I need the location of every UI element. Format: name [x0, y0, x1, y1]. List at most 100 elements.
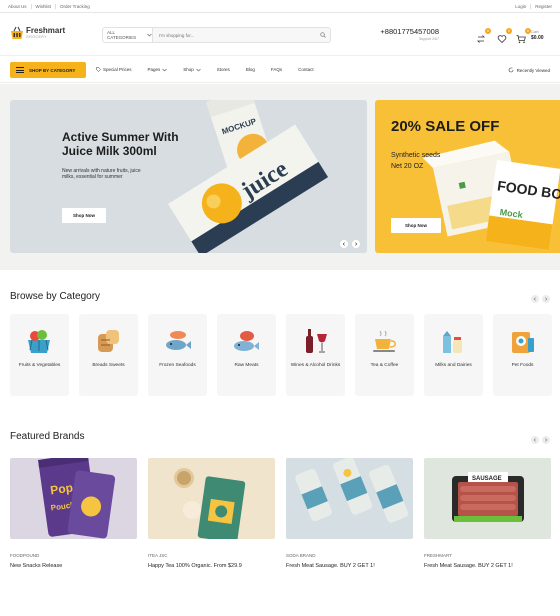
- main-banner[interactable]: MOCKUP juice Active Summer With Juice Mi…: [10, 100, 367, 253]
- sale-banner-description: Synthetic seeds Net 20 OZ: [391, 150, 440, 172]
- brand-description[interactable]: Fresh Meat Sausage. BUY 2 GET 1!: [286, 563, 413, 569]
- wishlist-button[interactable]: 0: [497, 28, 512, 44]
- brand-description[interactable]: Fresh Meat Sausage. BUY 2 GET 1!: [424, 563, 551, 569]
- brand-image: [148, 458, 275, 539]
- logo-basket-icon: [11, 26, 23, 39]
- logo[interactable]: Freshmart GROCERY: [10, 26, 65, 40]
- search-category-label: ALL CATEGORIES: [107, 30, 137, 40]
- search-button[interactable]: [316, 28, 330, 42]
- category-label: Frozen Seafoods: [159, 363, 196, 368]
- sale-banner[interactable]: FOOD BOX Mock 20% SALE OFF Synthetic see…: [375, 100, 560, 253]
- category-card-milks[interactable]: Milks and Dairies: [424, 314, 483, 396]
- phone-number[interactable]: +8801775457008: [375, 27, 439, 36]
- category-card-wines[interactable]: Wines & Alcohol Drinks: [286, 314, 345, 396]
- refresh-icon: [508, 67, 513, 73]
- cart-icon: [516, 35, 526, 44]
- nav-faqs-label: FAQs: [270, 67, 283, 72]
- brands-next-button[interactable]: [542, 436, 550, 444]
- category-prev-button[interactable]: [531, 295, 539, 303]
- category-next-button[interactable]: [542, 295, 550, 303]
- brand-tag: FOODPOUND: [10, 553, 40, 558]
- main-banner-shop-now-button[interactable]: Shop Now: [62, 208, 106, 223]
- cart-summary[interactable]: Cart $0.00: [531, 29, 544, 41]
- category-card-pet-foods[interactable]: Pet Foods: [493, 314, 552, 396]
- category-card-fruits[interactable]: Fruits & Vegetables: [10, 314, 69, 396]
- tag-icon: [96, 67, 101, 72]
- sale-banner-desc-line1: Synthetic seeds: [391, 152, 441, 159]
- category-card-meats[interactable]: Raw Meats: [217, 314, 276, 396]
- compare-button[interactable]: 0: [476, 28, 491, 43]
- cart-button[interactable]: 0: [516, 28, 531, 44]
- chevron-down-icon: [196, 68, 201, 71]
- chevron-right-icon: [545, 297, 548, 301]
- nav-blog-label: Blog: [245, 67, 255, 72]
- brands-pager: [528, 436, 550, 444]
- register-link[interactable]: Register: [531, 4, 552, 9]
- nav-shop[interactable]: Shop: [183, 67, 201, 72]
- meat-icon: [234, 331, 259, 351]
- basket-icon: [28, 330, 50, 353]
- browse-category-title: Browse by Category: [10, 291, 101, 302]
- main-banner-title: Active Summer With Juice Milk 300ml: [62, 130, 179, 158]
- shop-by-category-button[interactable]: SHOP BY CATEGORY: [10, 62, 86, 78]
- featured-brands-title: Featured Brands: [10, 431, 85, 442]
- hero-next-button[interactable]: [352, 240, 360, 248]
- category-pager: [528, 295, 550, 303]
- chevron-left-icon: [533, 438, 536, 442]
- sausage-pack-text: SAUSAGE: [472, 476, 502, 482]
- chevron-left-icon: [533, 297, 536, 301]
- hero-section: MOCKUP juice Active Summer With Juice Mi…: [0, 84, 560, 270]
- brand-description[interactable]: Happy Tea 100% Organic. From $29.9: [148, 563, 275, 569]
- category-card-tea[interactable]: Tea & Coffee: [355, 314, 414, 396]
- coffee-icon: [373, 330, 396, 352]
- snack-pouch-image: Pop Pouch: [38, 458, 116, 539]
- chevron-left-icon: [342, 242, 345, 246]
- top-bar-right-links: Login Register: [511, 4, 552, 9]
- milk-icon: [443, 331, 462, 353]
- category-label: Tea & Coffee: [370, 363, 399, 368]
- recently-viewed-button[interactable]: Recently Viewed: [508, 67, 550, 73]
- sausage-pack-image: SAUSAGE: [452, 472, 524, 522]
- heart-icon: [497, 35, 507, 44]
- support-phone: +8801775457008 Support 24/7: [375, 27, 439, 41]
- fish-icon: [166, 331, 191, 350]
- search-bar: ALL CATEGORIES: [102, 27, 331, 43]
- nav-stores-label: Stores: [216, 67, 230, 72]
- nav-contact[interactable]: Contact: [298, 67, 314, 72]
- menu-icon: [16, 66, 24, 74]
- brands-prev-button[interactable]: [531, 436, 539, 444]
- logo-subtitle: GROCERY: [26, 35, 48, 39]
- brand-tag: SODA BRAND: [286, 553, 316, 558]
- brand-card-soda[interactable]: SODA BRAND Fresh Meat Sausage. BUY 2 GET…: [286, 458, 413, 569]
- brand-tag: ITEA JSC: [148, 553, 168, 558]
- brand-card-foodpound[interactable]: Pop Pouch FOODPOUND New Snacks Release: [10, 458, 137, 569]
- nav-pages[interactable]: Pages: [148, 67, 168, 72]
- hero-prev-button[interactable]: [340, 240, 348, 248]
- brand-card-itea[interactable]: ITEA JSC Happy Tea 100% Organic. From $2…: [148, 458, 275, 569]
- brand-image: SAUSAGE: [424, 458, 551, 539]
- recently-viewed-label: Recently Viewed: [516, 67, 550, 73]
- login-link[interactable]: Login: [511, 4, 532, 9]
- category-card-breads[interactable]: Breads Sweets: [79, 314, 138, 396]
- nav-faqs[interactable]: FAQs: [271, 67, 282, 72]
- about-us-link[interactable]: About Us: [8, 4, 32, 9]
- nav-shop-label: Shop: [183, 67, 194, 72]
- nav-special-prices[interactable]: Special Prices: [96, 67, 132, 72]
- order-tracking-link[interactable]: Order Tracking: [56, 4, 94, 9]
- category-label: Raw Meats: [234, 363, 259, 368]
- brand-description[interactable]: New Snacks Release: [10, 563, 137, 569]
- nav-stores[interactable]: Stores: [217, 67, 230, 72]
- brand-card-freshmart[interactable]: SAUSAGE FRESHMART Fresh Meat Sausage. BU…: [424, 458, 551, 569]
- nav-blog[interactable]: Blog: [246, 67, 255, 72]
- search-icon: [320, 32, 326, 38]
- chevron-down-icon: [162, 68, 167, 71]
- compare-icon: [477, 35, 485, 43]
- soda-cans-image: [295, 458, 409, 523]
- wishlist-link[interactable]: Wishlist: [32, 4, 57, 9]
- category-card-seafoods[interactable]: Frozen Seafoods: [148, 314, 207, 396]
- category-label: Pet Foods: [511, 363, 534, 368]
- sale-banner-title: 20% SALE OFF: [391, 118, 500, 135]
- sale-banner-shop-now-button[interactable]: Shop Now: [391, 218, 441, 233]
- search-category-select[interactable]: ALL CATEGORIES: [103, 28, 153, 42]
- search-input[interactable]: [153, 28, 316, 42]
